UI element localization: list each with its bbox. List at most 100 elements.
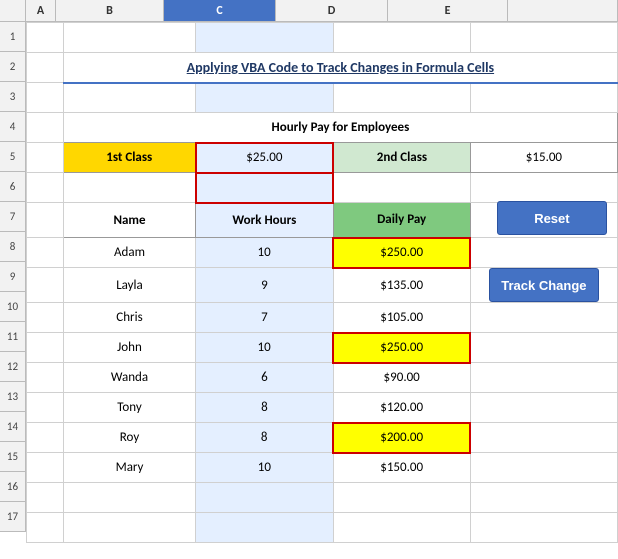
cell-e15[interactable] xyxy=(470,453,617,483)
cell-d16[interactable] xyxy=(333,483,470,513)
row-header-1[interactable]: 1 xyxy=(0,22,26,52)
cell-b16[interactable] xyxy=(63,483,195,513)
cell-a9[interactable] xyxy=(27,268,64,303)
row-header-9[interactable]: 9 xyxy=(0,262,26,292)
cell-a3[interactable] xyxy=(27,83,64,113)
row-header-12[interactable]: 12 xyxy=(0,352,26,382)
cell-a11[interactable] xyxy=(27,333,64,363)
pay-chris[interactable]: $105.00 xyxy=(333,303,470,333)
hours-adam[interactable]: 10 xyxy=(196,238,333,268)
name-john[interactable]: John xyxy=(63,333,195,363)
cell-a7[interactable] xyxy=(27,203,64,238)
name-tony[interactable]: Tony xyxy=(63,393,195,423)
cell-a1[interactable] xyxy=(27,23,64,53)
cell-d1[interactable] xyxy=(333,23,470,53)
row-header-10[interactable]: 10 xyxy=(0,292,26,322)
header-daily-pay[interactable]: Daily Pay xyxy=(333,203,470,238)
row-header-2[interactable]: 2 xyxy=(0,52,26,82)
cell-e1[interactable] xyxy=(470,23,617,53)
cell-c17[interactable] xyxy=(196,513,333,543)
hours-mary[interactable]: 10 xyxy=(196,453,333,483)
class1-value[interactable]: $25.00 xyxy=(196,143,333,173)
cell-c1[interactable] xyxy=(196,23,333,53)
col-header-d[interactable]: D xyxy=(276,0,388,22)
row-header-5[interactable]: 5 xyxy=(0,142,26,172)
col-header-c[interactable]: C xyxy=(164,0,276,22)
cell-e12[interactable] xyxy=(470,363,617,393)
row-header-16[interactable]: 16 xyxy=(0,472,26,502)
cell-d6[interactable] xyxy=(333,173,470,203)
row-header-15[interactable]: 15 xyxy=(0,442,26,472)
row-header-3[interactable]: 3 xyxy=(0,82,26,112)
track-change-button[interactable]: Track Change xyxy=(489,268,599,302)
cell-a5[interactable] xyxy=(27,143,64,173)
row-header-8[interactable]: 8 xyxy=(0,232,26,262)
cell-b1[interactable] xyxy=(63,23,195,53)
cell-a10[interactable] xyxy=(27,303,64,333)
cell-e17[interactable] xyxy=(470,513,617,543)
cell-e14[interactable] xyxy=(470,423,617,453)
cell-a17[interactable] xyxy=(27,513,64,543)
name-adam[interactable]: Adam xyxy=(63,238,195,268)
cell-a8[interactable] xyxy=(27,238,64,268)
col-header-rest[interactable] xyxy=(508,0,618,22)
pay-wanda[interactable]: $90.00 xyxy=(333,363,470,393)
pay-john[interactable]: $250.00 xyxy=(333,333,470,363)
hours-john[interactable]: 10 xyxy=(196,333,333,363)
row-header-6[interactable]: 6 xyxy=(0,172,26,202)
cell-d17[interactable] xyxy=(333,513,470,543)
cell-c16[interactable] xyxy=(196,483,333,513)
name-mary[interactable]: Mary xyxy=(63,453,195,483)
row-header-13[interactable]: 13 xyxy=(0,382,26,412)
name-chris[interactable]: Chris xyxy=(63,303,195,333)
pay-adam[interactable]: $250.00 xyxy=(333,238,470,268)
row-header-17[interactable]: 17 xyxy=(0,502,26,532)
cell-e16[interactable] xyxy=(470,483,617,513)
col-header-a[interactable]: A xyxy=(26,0,56,22)
hours-roy[interactable]: 8 xyxy=(196,423,333,453)
reset-button[interactable]: Reset xyxy=(497,201,607,235)
name-roy[interactable]: Roy xyxy=(63,423,195,453)
hourly-pay-header[interactable]: Hourly Pay for Employees xyxy=(63,113,617,143)
pay-tony[interactable]: $120.00 xyxy=(333,393,470,423)
cell-e3[interactable] xyxy=(470,83,617,113)
cell-b6[interactable] xyxy=(63,173,195,203)
pay-layla[interactable]: $135.00 xyxy=(333,268,470,303)
cell-a12[interactable] xyxy=(27,363,64,393)
col-header-b[interactable]: B xyxy=(56,0,164,22)
cell-e10[interactable] xyxy=(470,303,617,333)
hours-layla[interactable]: 9 xyxy=(196,268,333,303)
row-header-7[interactable]: 7 xyxy=(0,202,26,232)
header-work-hours[interactable]: Work Hours xyxy=(196,203,333,238)
cell-a2[interactable] xyxy=(27,53,64,83)
cell-e7[interactable]: Reset xyxy=(470,203,617,238)
header-name[interactable]: Name xyxy=(63,203,195,238)
class1-label[interactable]: 1st Class xyxy=(63,143,195,173)
cell-d3[interactable] xyxy=(333,83,470,113)
cell-e9[interactable]: Track Change xyxy=(470,268,617,303)
cell-e8[interactable] xyxy=(470,238,617,268)
cell-a4[interactable] xyxy=(27,113,64,143)
cell-e13[interactable] xyxy=(470,393,617,423)
name-layla[interactable]: Layla xyxy=(63,268,195,303)
hours-tony[interactable]: 8 xyxy=(196,393,333,423)
cell-title[interactable]: Applying VBA Code to Track Changes in Fo… xyxy=(63,53,617,83)
cell-e11[interactable] xyxy=(470,333,617,363)
cell-b17[interactable] xyxy=(63,513,195,543)
row-header-4[interactable]: 4 xyxy=(0,112,26,142)
class2-label[interactable]: 2nd Class xyxy=(333,143,470,173)
pay-mary[interactable]: $150.00 xyxy=(333,453,470,483)
col-header-e[interactable]: E xyxy=(388,0,508,22)
name-wanda[interactable]: Wanda xyxy=(63,363,195,393)
cell-c6[interactable] xyxy=(196,173,333,203)
row-header-11[interactable]: 11 xyxy=(0,322,26,352)
pay-roy[interactable]: $200.00 xyxy=(333,423,470,453)
cell-a13[interactable] xyxy=(27,393,64,423)
class2-value[interactable]: $15.00 xyxy=(470,143,617,173)
hours-wanda[interactable]: 6 xyxy=(196,363,333,393)
cell-a6[interactable] xyxy=(27,173,64,203)
cell-b3[interactable] xyxy=(63,83,195,113)
row-header-14[interactable]: 14 xyxy=(0,412,26,442)
cell-a15[interactable] xyxy=(27,453,64,483)
cell-c3[interactable] xyxy=(196,83,333,113)
